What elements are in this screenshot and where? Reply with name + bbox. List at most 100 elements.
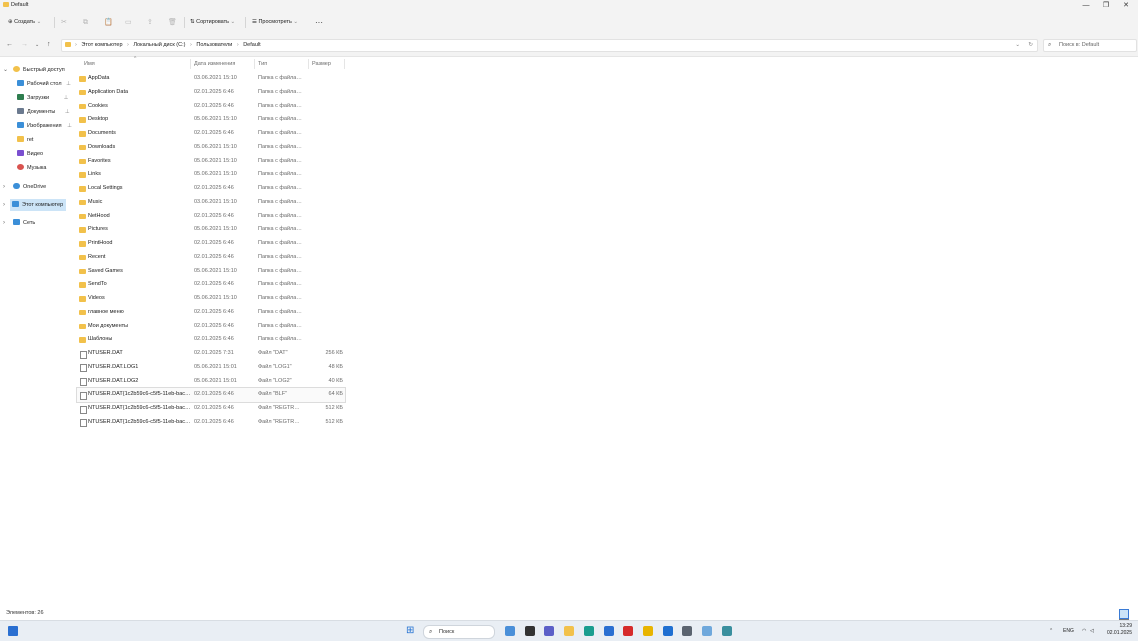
search-input[interactable]: ⌕ Поиск в: Default	[1043, 39, 1137, 52]
column-header-date[interactable]: Дата изменения	[194, 58, 235, 70]
delete-icon[interactable]: 🗑	[168, 17, 177, 28]
chevron-right-icon[interactable]: ›	[3, 199, 5, 211]
file-row[interactable]: Pictures 05.06.2021 15:10 Папка с файлами	[77, 223, 345, 237]
chevron-up-icon[interactable]: ⌃	[1049, 625, 1053, 637]
clock[interactable]: 13:29 02.01.2025	[1104, 623, 1132, 637]
column-divider[interactable]	[190, 59, 191, 69]
breadcrumb-item[interactable]: Локальный диск (C:)	[133, 42, 185, 48]
folder-icon	[3, 2, 9, 7]
file-row[interactable]: Music 03.06.2021 15:10 Папка с файлами	[77, 196, 345, 210]
more-options-button[interactable]: ···	[315, 17, 323, 28]
widgets-weather-icon[interactable]	[8, 626, 18, 636]
pin-icon[interactable]: ⊥	[64, 95, 69, 101]
file-row[interactable]: Documents 02.01.2025 6:46 Папка с файлами	[77, 127, 345, 141]
share-icon[interactable]: ⇪	[147, 17, 153, 28]
file-row[interactable]: PrintHood 02.01.2025 6:46 Папка с файлами	[77, 237, 345, 251]
volume-icon[interactable]: ◁	[1090, 625, 1094, 637]
column-divider[interactable]	[254, 59, 255, 69]
file-row[interactable]: SendTo 02.01.2025 6:46 Папка с файлами	[77, 278, 345, 292]
chevron-right-icon[interactable]: ›	[3, 217, 5, 229]
breadcrumb-item[interactable]: Этот компьютер	[81, 42, 122, 48]
file-row[interactable]: Links 05.06.2021 15:10 Папка с файлами	[77, 168, 345, 182]
edge-icon[interactable]	[583, 626, 594, 636]
recent-locations-button[interactable]: ⌄	[35, 40, 39, 50]
maximize-button[interactable]: ❐	[1096, 1, 1116, 11]
store-icon[interactable]	[603, 626, 614, 636]
defender-icon[interactable]	[662, 626, 673, 636]
file-row[interactable]: главное меню 02.01.2025 6:46 Папка с файла…	[77, 306, 345, 320]
column-header-size[interactable]: Размер	[312, 58, 331, 70]
file-row[interactable]: NTUSER.DAT{1c2b59c6-c5f5-11eb-bacb-... 02…	[77, 416, 345, 430]
file-row[interactable]: Local Settings 02.01.2025 6:46 Папка с фай…	[77, 182, 345, 196]
file-explorer-icon[interactable]	[564, 626, 575, 636]
file-row[interactable]: Application Data 02.01.2025 6:46 Папка с ф…	[77, 86, 345, 100]
sidebar-item-desktop[interactable]: Рабочий стол ⊥	[17, 78, 71, 90]
new-button[interactable]: ⊕ Создать ⌄	[8, 17, 41, 28]
minimize-button[interactable]: —	[1076, 1, 1096, 11]
file-row[interactable]: Favorites 05.06.2021 15:10 Папка с файлами	[77, 155, 345, 169]
sidebar-item-downloads[interactable]: Загрузки ⊥	[17, 92, 68, 104]
settings-icon[interactable]	[682, 626, 693, 636]
photos-icon[interactable]	[702, 626, 712, 636]
sidebar-item-video[interactable]: Видео	[17, 148, 43, 160]
paste-icon[interactable]: 📋	[104, 17, 113, 28]
refresh-icon[interactable]: ↻	[1028, 41, 1033, 50]
sidebar-item-pictures[interactable]: Изображения ⊥	[17, 120, 72, 132]
cut-icon[interactable]: ✂	[61, 17, 67, 28]
breadcrumb-item[interactable]: Default	[243, 42, 260, 48]
chevron-right-icon[interactable]: ›	[3, 181, 5, 193]
history-dropdown-icon[interactable]: ⌄	[1015, 41, 1020, 50]
wifi-icon[interactable]: ◠	[1082, 625, 1086, 637]
copy-icon[interactable]: ⧉	[83, 17, 88, 28]
sort-button[interactable]: ⇅ Сортировать ⌄	[190, 17, 235, 28]
chat-icon[interactable]	[544, 626, 555, 636]
address-field[interactable]: › Этот компьютер › Локальный диск (C:) ›…	[61, 39, 1038, 52]
file-row[interactable]: NTUSER.DAT{1c2b59c6-c5f5-11eb-bacb-... 02…	[76, 387, 346, 403]
column-divider[interactable]	[344, 59, 345, 69]
sidebar-item-quick-access[interactable]: ⌄ Быстрый доступ	[3, 64, 65, 76]
sidebar-item-ret[interactable]: ret	[17, 134, 33, 146]
file-row[interactable]: Saved Games 05.06.2021 15:10 Папка с файла…	[77, 265, 345, 279]
globe-icon[interactable]	[721, 626, 732, 636]
view-button[interactable]: ☰ Просмотреть ⌄	[252, 17, 298, 28]
file-row[interactable]: NTUSER.DAT.LOG1 05.06.2021 15:01 Файл "LOG…	[77, 361, 345, 375]
file-row[interactable]: NTUSER.DAT.LOG2 05.06.2021 15:01 Файл "LOG…	[77, 375, 345, 389]
sidebar-item-documents[interactable]: Документы ⊥	[17, 106, 70, 118]
column-header-type[interactable]: Тип	[258, 58, 267, 70]
file-row[interactable]: Мои документы 02.01.2025 6:46 Папка с файл…	[77, 320, 345, 334]
sidebar-item-this-pc[interactable]: › Этот компьютер	[3, 199, 66, 211]
breadcrumb-item[interactable]: Пользователи	[196, 42, 232, 48]
forward-button[interactable]: →	[21, 40, 28, 50]
file-row[interactable]: Desktop 05.06.2021 15:10 Папка с файлами	[77, 113, 345, 127]
sidebar-item-music[interactable]: Музыка	[17, 162, 46, 174]
close-button[interactable]: ✕	[1116, 1, 1136, 11]
rename-icon[interactable]: ▭	[125, 17, 132, 28]
column-header-name[interactable]: Имя	[84, 58, 95, 70]
up-button[interactable]: ↑	[47, 40, 51, 50]
file-row[interactable]: Cookies 02.01.2025 6:46 Папка с файлами	[77, 100, 345, 114]
file-row[interactable]: Videos 05.06.2021 15:10 Папка с файлами	[77, 292, 345, 306]
language-indicator[interactable]: ENG	[1063, 625, 1074, 637]
start-icon[interactable]: ⊞	[406, 626, 414, 636]
pin-icon[interactable]: ⊥	[65, 109, 70, 115]
yandex-icon[interactable]	[642, 626, 653, 636]
file-row[interactable]: Шаблоны 02.01.2025 6:46 Папка с файлами	[77, 333, 345, 347]
file-row[interactable]: NTUSER.DAT{1c2b59c6-c5f5-11eb-bacb-... 02…	[77, 402, 345, 416]
file-row[interactable]: Downloads 05.06.2021 15:10 Папка с файлами	[77, 141, 345, 155]
chevron-down-icon[interactable]: ⌄	[3, 64, 8, 76]
details-view-icon[interactable]	[1119, 609, 1129, 619]
file-row[interactable]: NTUSER.DAT 02.01.2025 7:31 Файл "DAT" 256 К…	[77, 347, 345, 361]
taskbar-search[interactable]: ⌕ Поиск	[423, 625, 495, 639]
sidebar-item-network[interactable]: › Сеть	[3, 217, 35, 229]
pin-icon[interactable]: ⊥	[67, 123, 72, 129]
column-divider[interactable]	[308, 59, 309, 69]
back-button[interactable]: ←	[6, 40, 13, 50]
sidebar-item-onedrive[interactable]: › OneDrive	[3, 181, 46, 193]
file-row[interactable]: NetHood 02.01.2025 6:46 Папка с файлами	[77, 210, 345, 224]
widgets-icon[interactable]	[505, 626, 515, 636]
pin-icon[interactable]: ⊥	[66, 81, 71, 87]
file-row[interactable]: AppData 03.06.2021 15:10 Папка с файлами	[77, 72, 345, 86]
opera-icon[interactable]	[623, 626, 634, 636]
file-row[interactable]: Recent 02.01.2025 6:46 Папка с файлами	[77, 251, 345, 265]
task-view-icon[interactable]	[524, 626, 535, 636]
